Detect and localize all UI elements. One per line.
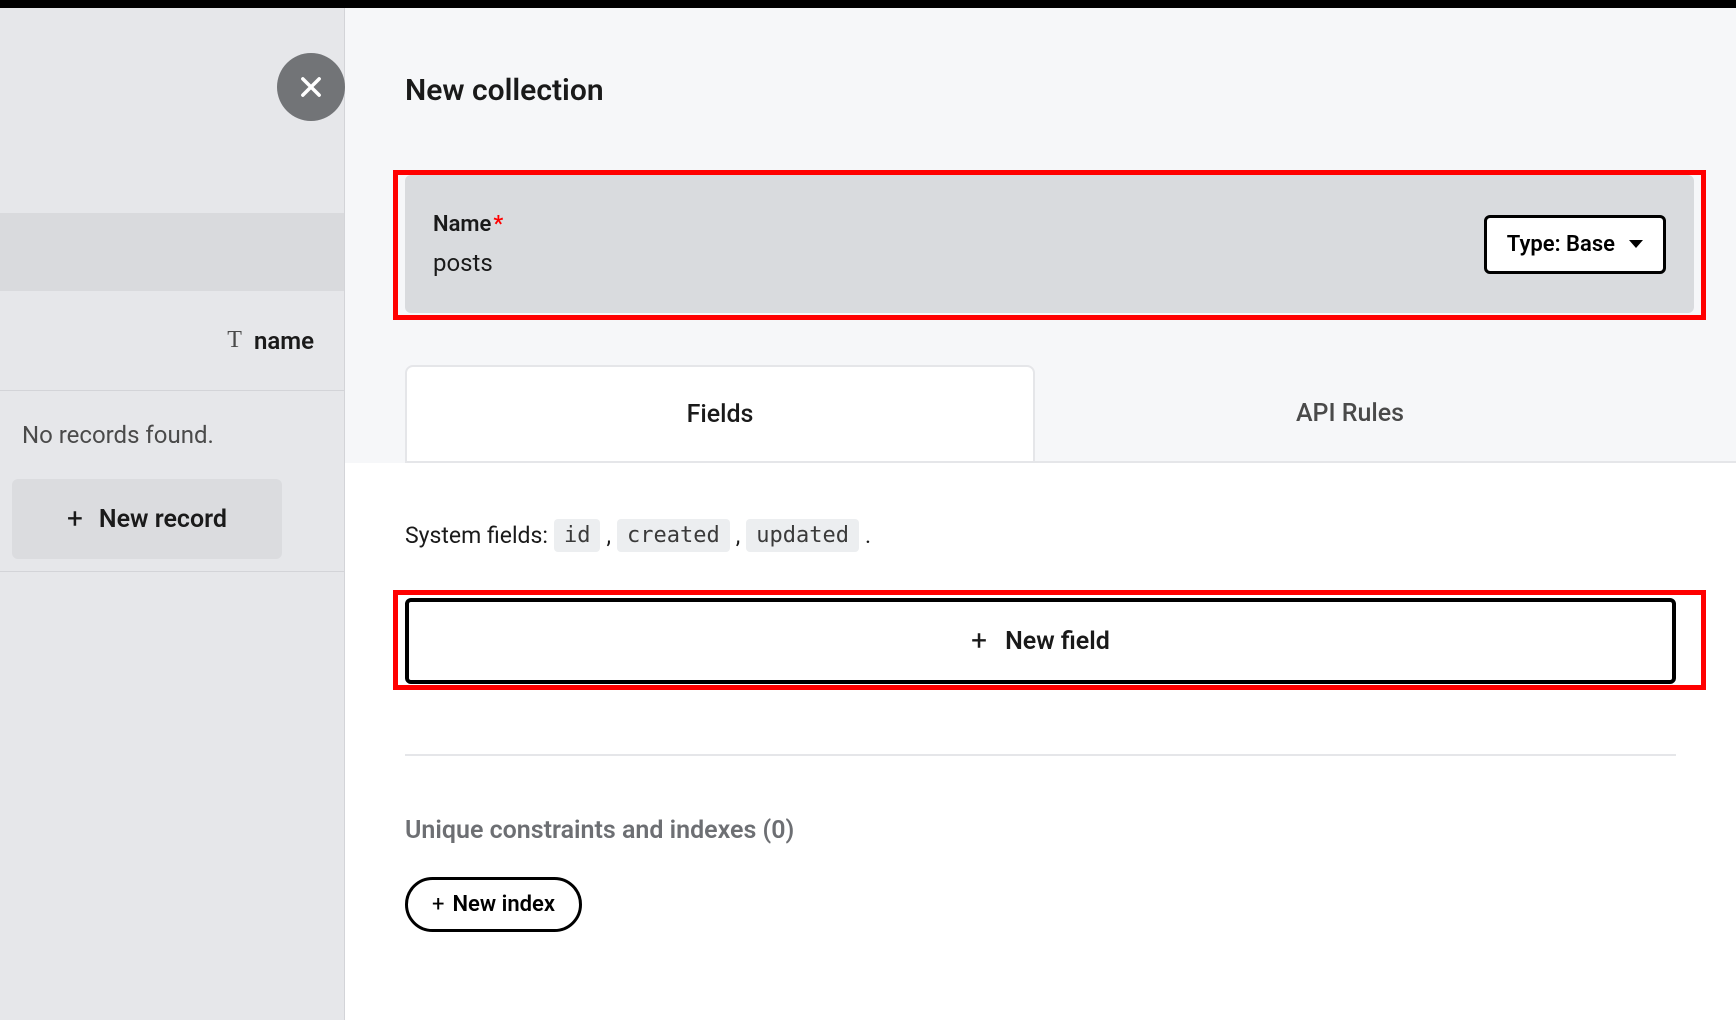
new-index-label: New index — [452, 892, 554, 917]
close-icon — [297, 73, 325, 101]
plus-icon: + — [67, 505, 83, 533]
tab-api-rules[interactable]: API Rules — [1035, 365, 1665, 461]
plus-icon: + — [971, 627, 987, 655]
text-type-icon: T — [227, 327, 242, 354]
plus-icon: + — [432, 894, 444, 916]
system-field-updated[interactable]: updated — [746, 519, 859, 552]
collection-name-row: Name* posts Type: Base — [405, 175, 1694, 313]
no-records-text: No records found. — [0, 391, 344, 479]
type-select[interactable]: Type: Base — [1484, 215, 1666, 274]
column-header-label: name — [254, 327, 314, 355]
constraints-heading: Unique constraints and indexes (0) — [405, 816, 1676, 845]
new-index-button[interactable]: + New index — [405, 877, 582, 932]
system-fields-label: System fields: — [405, 522, 548, 549]
system-field-id[interactable]: id — [554, 519, 601, 552]
sidebar-selected-collection-row[interactable] — [0, 213, 344, 291]
sidebar: T name No records found. + New record — [0, 8, 345, 1020]
panel-title: New collection — [345, 8, 1736, 108]
tab-content-fields: System fields: id , created , updated . … — [345, 463, 1736, 1020]
system-field-created[interactable]: created — [617, 519, 730, 552]
new-record-button[interactable]: + New record — [12, 479, 282, 559]
tab-fields[interactable]: Fields — [405, 365, 1035, 461]
required-asterisk: * — [493, 212, 503, 237]
name-field-label: Name* — [433, 212, 503, 237]
chevron-down-icon — [1629, 240, 1643, 248]
new-record-label: New record — [99, 505, 227, 534]
type-select-label: Type: Base — [1507, 232, 1615, 257]
tabs: Fields API Rules — [405, 365, 1736, 463]
name-field-input[interactable]: posts — [433, 249, 503, 277]
new-field-button[interactable]: + New field — [405, 598, 1676, 684]
close-button[interactable] — [277, 53, 345, 121]
column-header[interactable]: T name — [0, 291, 344, 391]
divider — [405, 754, 1676, 756]
main-panel: New collection Name* posts Type: Base Fi… — [345, 8, 1736, 1020]
system-fields-row: System fields: id , created , updated . — [405, 519, 1676, 552]
new-field-label: New field — [1005, 627, 1110, 656]
